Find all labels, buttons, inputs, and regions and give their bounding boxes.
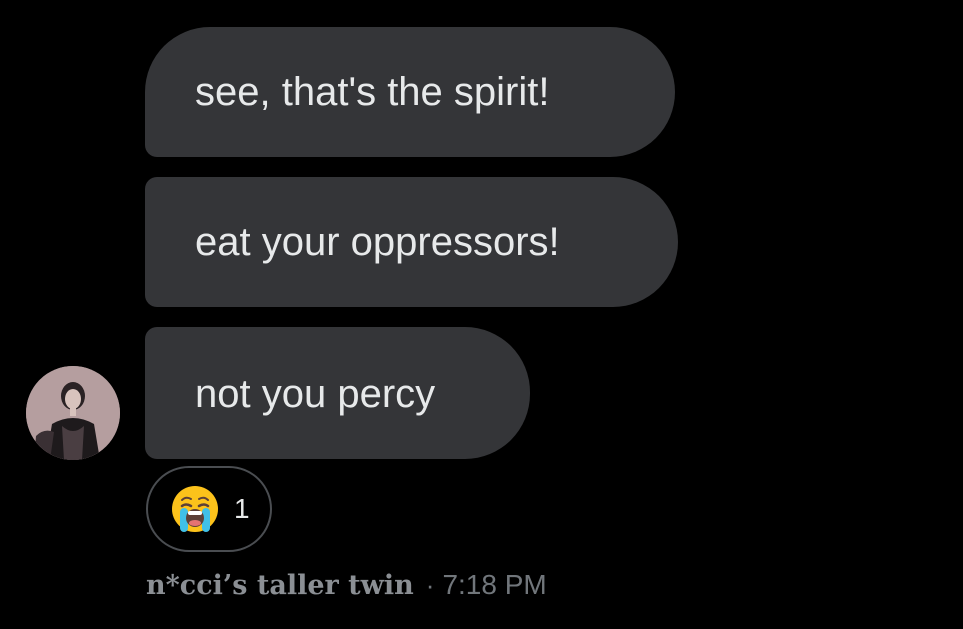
loudly-crying-face-icon	[172, 486, 218, 532]
avatar-image	[26, 366, 120, 460]
timestamp: 7:18 PM	[442, 569, 547, 600]
message-bubble[interactable]: eat your oppressors!	[145, 177, 678, 307]
reaction-pill[interactable]: 1	[146, 466, 272, 552]
message-text: eat your oppressors!	[195, 220, 560, 264]
message-bubble[interactable]: see, that's the spirit!	[145, 27, 675, 157]
message-text: not you percy	[195, 372, 436, 416]
message-meta: n*cci’s taller twin · 7:18 PM	[146, 565, 547, 605]
message-text: see, that's the spirit!	[195, 70, 550, 114]
avatar[interactable]	[26, 366, 120, 460]
reaction-count: 1	[234, 493, 250, 524]
sender-name[interactable]: n*cci’s taller twin	[146, 570, 414, 601]
message-bubble[interactable]: not you percy	[145, 327, 530, 459]
meta-separator: ·	[425, 569, 435, 600]
